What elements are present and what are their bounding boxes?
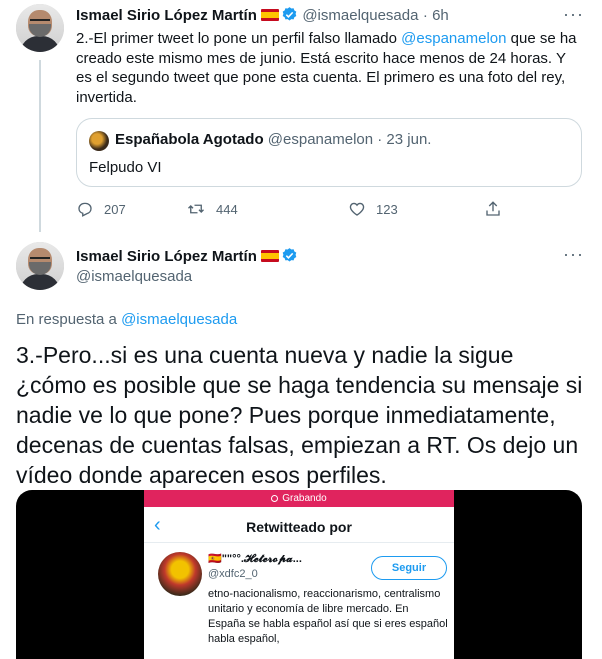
reply-prefix: En respuesta a xyxy=(16,311,122,328)
thread-line xyxy=(39,60,41,232)
quote-time: · 23 jun. xyxy=(377,131,432,148)
user-bio: etno-nacionalismo, reaccionarismo, centr… xyxy=(208,588,448,645)
verified-badge-icon xyxy=(282,7,297,21)
record-icon xyxy=(271,495,279,502)
reply-icon xyxy=(78,202,92,217)
video-frame: Grabando ‹ Retwitteado por 🇪🇸""°°.𝓗𝓮𝓽𝓮𝓻𝓸… xyxy=(144,490,454,659)
divider xyxy=(144,542,454,543)
verified-badge-icon xyxy=(282,248,297,262)
retweet-button[interactable]: 444 xyxy=(186,200,238,218)
video-player[interactable]: Grabando ‹ Retwitteado por 🇪🇸""°°.𝓗𝓮𝓽𝓮𝓻𝓸… xyxy=(16,490,582,659)
quote-header: Españabola Agotado @espanamelon · 23 jun… xyxy=(115,131,431,148)
reply-count: 207 xyxy=(104,201,126,217)
user-handle: @xdfc2_0 xyxy=(208,568,258,580)
recording-bar: Grabando xyxy=(144,490,454,507)
recording-label: Grabando xyxy=(282,493,327,504)
retweet-count: 444 xyxy=(216,201,238,217)
mention-link[interactable]: @espanamelon xyxy=(401,30,506,47)
like-count: 123 xyxy=(376,201,398,217)
tweet-header: Ismael Sirio López Martín @ismaelquesada… xyxy=(76,6,449,25)
quote-author-name: Españabola Agotado xyxy=(115,131,264,148)
user-name: 🇪🇸""°°.𝓗𝓮𝓽𝓮𝓻𝓸𝓹𝓪... xyxy=(208,553,302,565)
tweet-text: 2.-El primer tweet lo pone un perfil fal… xyxy=(76,29,581,107)
author-handle[interactable]: @ismaelquesada xyxy=(302,7,418,24)
quoted-tweet[interactable]: Españabola Agotado @espanamelon · 23 jun… xyxy=(76,118,582,187)
reply-mention-link[interactable]: @ismaelquesada xyxy=(121,311,237,328)
reply-context: En respuesta a @ismaelquesada xyxy=(16,311,237,328)
spain-flag-icon xyxy=(260,250,279,262)
share-button[interactable] xyxy=(484,200,512,218)
avatar[interactable] xyxy=(16,242,64,290)
quote-text: Felpudo VI xyxy=(89,159,162,176)
quote-author-handle: @espanamelon xyxy=(267,131,374,148)
like-button[interactable]: 123 xyxy=(348,200,398,218)
author-handle[interactable]: @ismaelquesada xyxy=(76,268,192,285)
user-avatar xyxy=(158,552,202,596)
retweet-icon xyxy=(188,204,204,214)
author-name[interactable]: Ismael Sirio López Martín xyxy=(76,7,257,24)
heart-icon xyxy=(349,202,365,216)
share-icon xyxy=(486,201,500,216)
tweet-header: Ismael Sirio López Martín xyxy=(76,247,298,266)
tweet-time[interactable]: · 6h xyxy=(423,7,449,24)
tweet-text-part: 2.-El primer tweet lo pone un perfil fal… xyxy=(76,30,402,47)
main-tweet-text: 3.-Pero...si es una cuenta nueva y nadie… xyxy=(16,342,583,488)
avatar[interactable] xyxy=(16,4,64,52)
more-options-icon[interactable]: ··· xyxy=(563,244,584,265)
more-options-icon[interactable]: ··· xyxy=(563,4,584,25)
spain-flag-icon xyxy=(260,9,279,21)
quote-avatar xyxy=(89,131,109,151)
reply-button[interactable]: 207 xyxy=(76,200,126,218)
tweet-actions: 207 444 123 xyxy=(76,200,506,224)
follow-button: Seguir xyxy=(371,556,447,580)
retweeted-by-title: Retwitteado por xyxy=(246,519,352,535)
author-name[interactable]: Ismael Sirio López Martín xyxy=(76,248,257,265)
